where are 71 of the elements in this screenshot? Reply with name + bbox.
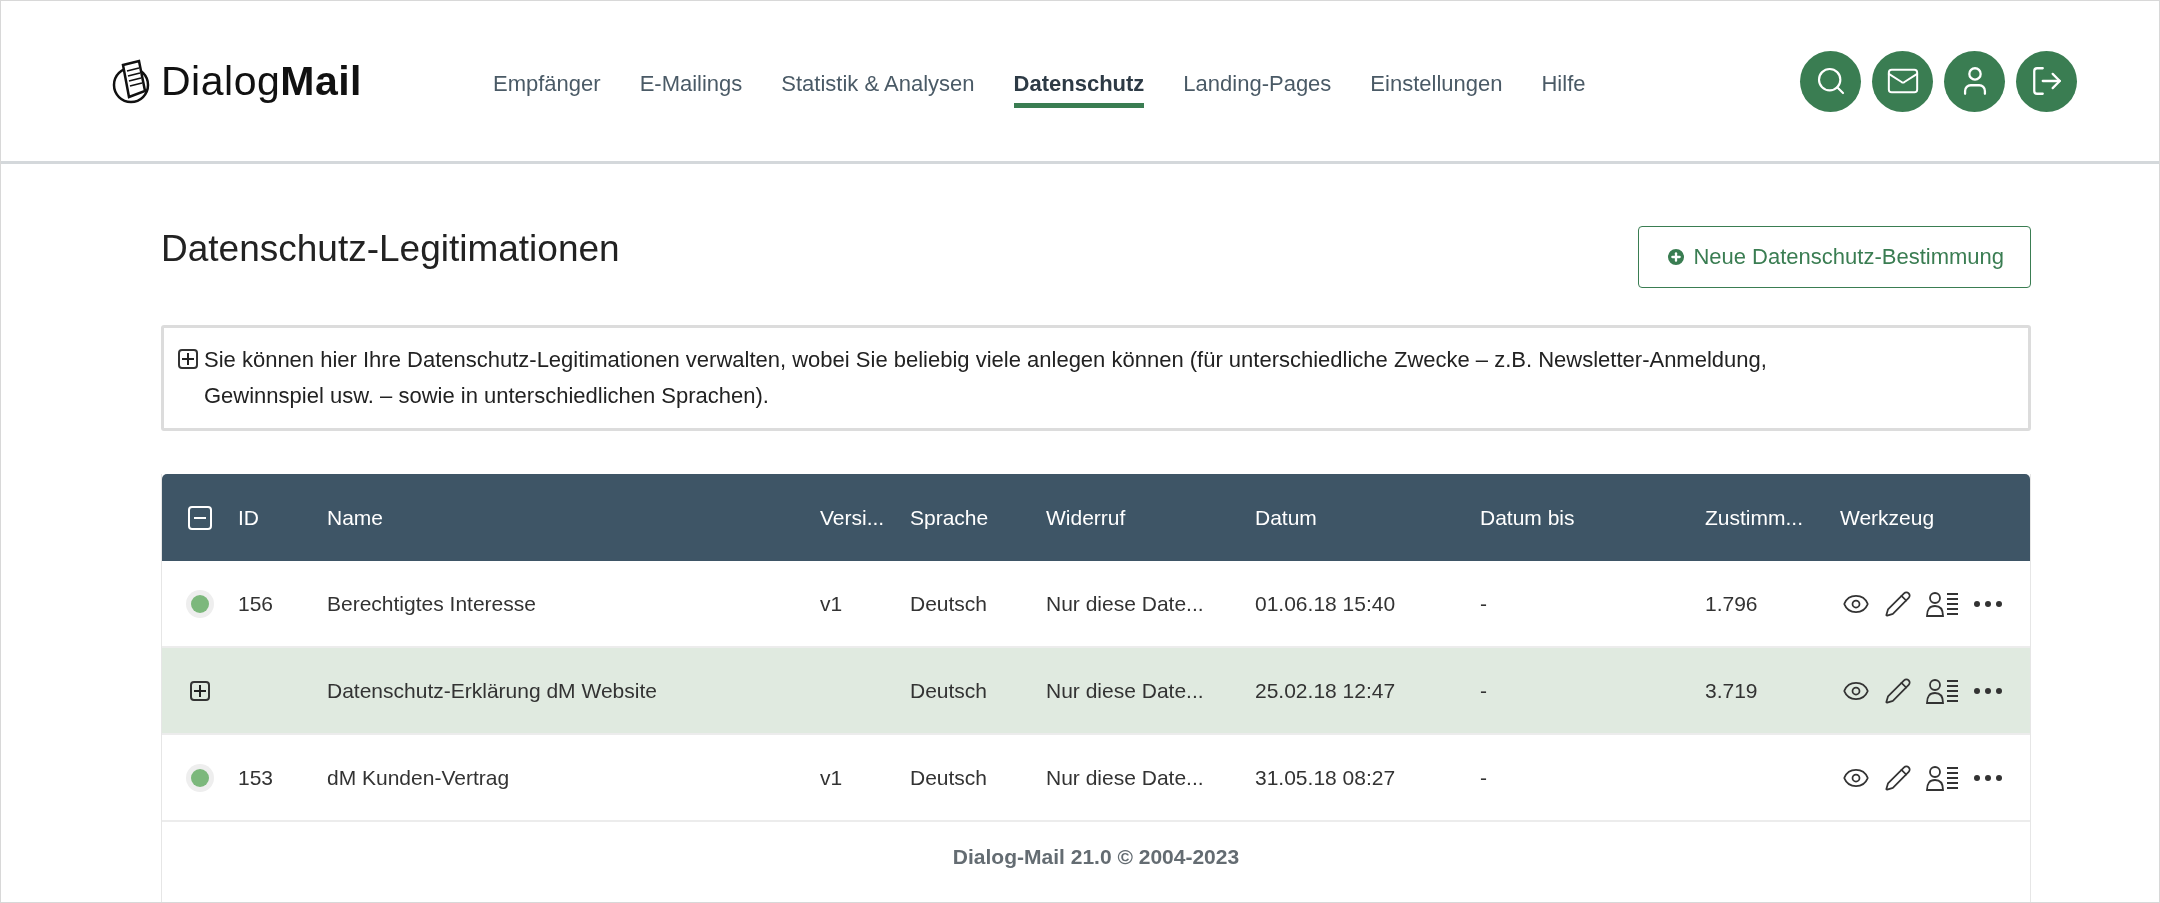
column-header[interactable]: Werkzeug bbox=[1840, 505, 2030, 530]
more-button[interactable] bbox=[1974, 774, 2002, 781]
page-title: Datenschutz-Legitimationen bbox=[161, 228, 620, 270]
nav-link[interactable]: Empfänger bbox=[493, 64, 601, 108]
consents-button[interactable] bbox=[1926, 589, 1960, 618]
info-text: Sie können hier Ihre Datenschutz-Legitimationen verwalten, wobei Sie beliebig viele anlegen können (für unterschiedliche Zwecke – z.B. Newsletter-Anmeldung, Gewinnspiel usw. – sowie in unterschiedlichen Sprachen). bbox=[204, 346, 1768, 410]
pencil-icon bbox=[1884, 676, 1912, 705]
nav-link[interactable]: Landing-Pages bbox=[1183, 64, 1332, 108]
table-cell-text: Berechtigtes Interesse bbox=[327, 591, 537, 616]
nav-link[interactable]: Einstellungen bbox=[1370, 64, 1503, 108]
table-cell-text: - bbox=[1480, 765, 1488, 790]
table-cell-text: v1 bbox=[820, 591, 844, 616]
edit-button[interactable] bbox=[1884, 676, 1912, 705]
column-header[interactable]: Zustimm... bbox=[1705, 505, 1840, 530]
nav-link[interactable]: Datenschutz bbox=[1013, 64, 1145, 108]
edit-button[interactable] bbox=[1884, 589, 1912, 618]
table-cell-text: Nur diese Date... bbox=[1046, 591, 1205, 616]
column-header[interactable]: ID bbox=[238, 505, 327, 530]
table-cell-text: Datenschutz-Erklärung dM Website bbox=[327, 678, 658, 703]
collapse-all-button[interactable] bbox=[188, 505, 212, 530]
expand-button[interactable] bbox=[178, 349, 198, 369]
pencil-icon bbox=[1884, 589, 1912, 618]
table-cell-text: 1.796 bbox=[1705, 591, 1759, 616]
plus-icon bbox=[194, 684, 206, 697]
table-cell-text: 153 bbox=[238, 765, 275, 790]
table-cell-text: - bbox=[1480, 591, 1488, 616]
column-header[interactable]: Datum bbox=[1255, 505, 1480, 530]
plus-icon bbox=[182, 353, 194, 365]
edit-button[interactable] bbox=[1884, 763, 1912, 792]
table-row[interactable]: Datenschutz-Erklärung dM Website Deutsch Nur diese Date... 25.02.18 12:47 - 3.719 bbox=[162, 648, 2030, 735]
footer-text: Dialog-Mail 21.0 © 2004-2023 bbox=[952, 845, 1240, 869]
nav-link[interactable]: Hilfe bbox=[1541, 64, 1586, 108]
table-cell-text: 25.02.18 12:47 bbox=[1255, 678, 1397, 703]
minus-icon bbox=[194, 516, 206, 519]
logo-text: DialogMail bbox=[161, 57, 362, 105]
table-cell-text: - bbox=[1480, 678, 1488, 703]
user-list-icon bbox=[1926, 763, 1960, 792]
column-header[interactable]: Versi... bbox=[820, 505, 910, 530]
user-list-icon bbox=[1926, 676, 1960, 705]
consents-button[interactable] bbox=[1926, 763, 1960, 792]
consents-button[interactable] bbox=[1926, 676, 1960, 705]
more-icon bbox=[1974, 774, 2002, 781]
column-header[interactable]: Sprache bbox=[910, 505, 1046, 530]
column-header[interactable]: Widerruf bbox=[1046, 505, 1255, 530]
search-button[interactable] bbox=[1800, 50, 1861, 112]
expand-button[interactable] bbox=[190, 680, 210, 701]
table-cell-text: Nur diese Date... bbox=[1046, 678, 1205, 703]
more-button[interactable] bbox=[1974, 687, 2002, 694]
table-cell-text: 3.719 bbox=[1705, 678, 1759, 703]
table-cell-text: Deutsch bbox=[910, 678, 989, 703]
table-cell-text: 156 bbox=[238, 591, 275, 616]
more-button[interactable] bbox=[1974, 600, 2002, 607]
table-cell-text: 01.06.18 15:40 bbox=[1255, 591, 1397, 616]
nav-link[interactable]: E-Mailings bbox=[639, 64, 743, 108]
table-cell-text: Deutsch bbox=[910, 591, 989, 616]
mail-button[interactable] bbox=[1872, 50, 1933, 112]
table-cell-text: dM Kunden-Vertrag bbox=[327, 765, 511, 790]
column-header[interactable]: Name bbox=[327, 505, 820, 530]
column-header[interactable]: Datum bis bbox=[1480, 505, 1705, 530]
nav-link[interactable]: Statistik & Analysen bbox=[781, 64, 975, 108]
table-cell-text: v1 bbox=[820, 765, 844, 790]
logout-button[interactable] bbox=[2016, 50, 2077, 112]
more-icon bbox=[1974, 600, 2002, 607]
table-cell-text: Deutsch bbox=[910, 765, 989, 790]
table-cell-text: Nur diese Date... bbox=[1046, 765, 1205, 790]
table-cell-text: 31.05.18 08:27 bbox=[1255, 765, 1397, 790]
user-button[interactable] bbox=[1944, 50, 2005, 112]
pencil-icon bbox=[1884, 763, 1912, 792]
new-button[interactable]: Neue Datenschutz-Bestimmung bbox=[1638, 226, 2031, 288]
more-icon bbox=[1974, 687, 2002, 694]
user-list-icon bbox=[1926, 589, 1960, 618]
